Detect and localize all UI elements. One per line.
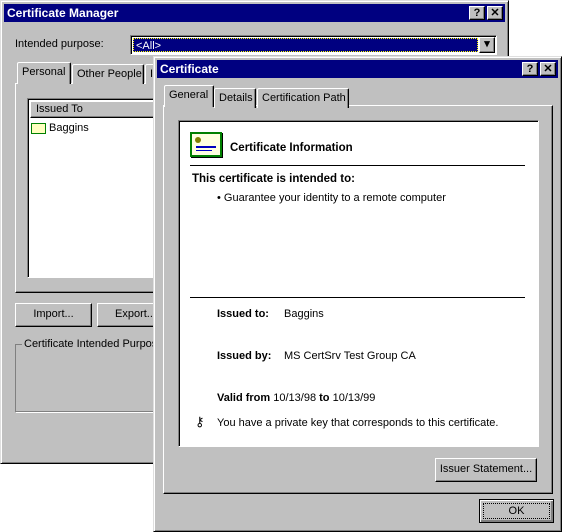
issued-by-value: MS CertSrv Test Group CA: [284, 350, 416, 362]
certificate-window: Certificate ? ✕ General Details Certific…: [153, 56, 562, 532]
tab-other-people[interactable]: Other People: [72, 64, 144, 84]
import-label: Import...: [33, 308, 74, 320]
list-item-label: Baggins: [49, 122, 89, 134]
certificate-title-bar: Certificate ? ✕: [157, 60, 558, 78]
valid-to-value: 10/13/99: [332, 392, 376, 404]
certificate-info-heading: Certificate Information: [230, 142, 353, 154]
tab-label: Personal: [22, 66, 66, 78]
manager-title: Certificate Manager: [7, 6, 119, 20]
issued-to-label: Issued to:: [217, 308, 269, 320]
divider: [190, 297, 525, 298]
list-item[interactable]: Baggins: [31, 120, 89, 136]
manager-title-bar: Certificate Manager ? ✕: [4, 4, 505, 22]
close-button[interactable]: ✕: [540, 62, 556, 76]
tab-details[interactable]: Details: [214, 88, 256, 108]
export-label: Export...: [115, 308, 156, 320]
tab-certification-path[interactable]: Certification Path: [257, 88, 349, 108]
private-key-note: You have a private key that corresponds …: [217, 417, 499, 429]
ok-label: OK: [483, 503, 550, 519]
certificate-info-box: Certificate Information This certificate…: [178, 120, 539, 447]
intended-purpose-value: <All>: [133, 38, 478, 52]
ok-button[interactable]: OK: [479, 499, 554, 523]
issued-to-value: Baggins: [284, 308, 324, 320]
divider: [190, 165, 525, 166]
validity-row: Valid from 10/13/98 to 10/13/99: [217, 392, 375, 404]
tab-general[interactable]: General: [164, 85, 214, 107]
help-button[interactable]: ?: [469, 6, 485, 20]
chevron-down-icon[interactable]: ▾: [479, 37, 495, 53]
tab-label: Details: [219, 92, 253, 104]
import-button[interactable]: Import...: [15, 303, 92, 327]
certificate-icon: [31, 122, 46, 134]
valid-from-label: Valid from: [217, 392, 271, 404]
tab-personal[interactable]: Personal: [17, 62, 71, 84]
certificate-title: Certificate: [160, 62, 219, 76]
groupbox-label: Certificate Intended Purpose: [22, 338, 166, 350]
help-button[interactable]: ?: [522, 62, 538, 76]
tab-label: General: [169, 89, 209, 101]
purpose-item: • Guarantee your identity to a remote co…: [217, 192, 446, 204]
valid-from-value: 10/13/98: [273, 392, 317, 404]
certificate-icon: [190, 132, 222, 157]
key-icon: ⚷: [195, 414, 205, 429]
tab-label: Other People: [77, 68, 142, 80]
intended-heading: This certificate is intended to:: [192, 173, 355, 185]
issuer-statement-label: Issuer Statement...: [439, 463, 533, 475]
close-button[interactable]: ✕: [487, 6, 503, 20]
tab-label: Certification Path: [262, 92, 346, 104]
valid-to-label: to: [319, 392, 330, 404]
issued-by-label: Issued by:: [217, 350, 272, 362]
issuer-statement-button[interactable]: Issuer Statement...: [435, 458, 537, 482]
intended-purpose-combobox[interactable]: <All> ▾: [130, 35, 497, 55]
purpose-text: Guarantee your identity to a remote comp…: [223, 192, 446, 204]
intended-purpose-label: Intended purpose:: [15, 38, 104, 50]
